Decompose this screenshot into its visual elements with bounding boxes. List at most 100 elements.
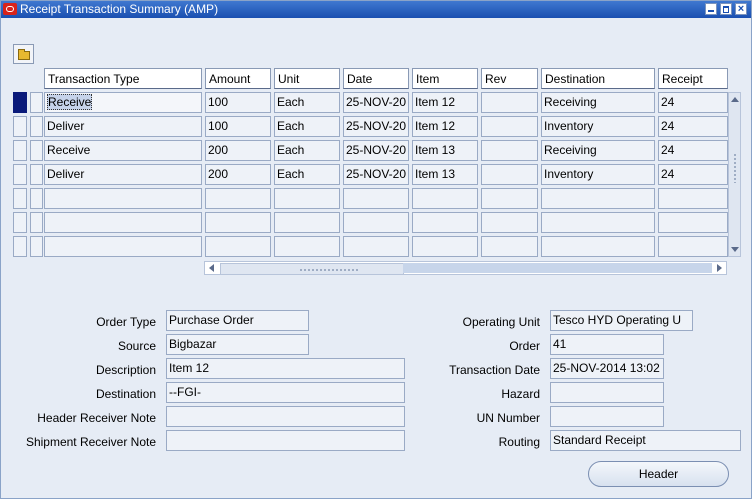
cell-amount[interactable]: 200 bbox=[205, 140, 271, 161]
cell-transaction-type[interactable]: Receive bbox=[44, 92, 202, 113]
row-selector-6[interactable] bbox=[30, 212, 43, 233]
column-header-date[interactable]: Date bbox=[343, 68, 409, 89]
cell-unit[interactable]: Each bbox=[274, 164, 340, 185]
cell-unit[interactable]: Each bbox=[274, 116, 340, 137]
row-selector-5[interactable] bbox=[30, 188, 43, 209]
row-selector-7[interactable] bbox=[30, 236, 43, 257]
cell-destination[interactable] bbox=[541, 236, 655, 257]
cell-item[interactable]: Item 13 bbox=[412, 164, 478, 185]
row-indicator-2[interactable] bbox=[13, 116, 27, 137]
row-selector-2[interactable] bbox=[30, 116, 43, 137]
source-field[interactable]: Bigbazar bbox=[166, 334, 309, 355]
routing-field[interactable]: Standard Receipt bbox=[550, 430, 741, 451]
column-header-destination[interactable]: Destination bbox=[541, 68, 655, 89]
cell-rev[interactable] bbox=[481, 212, 538, 233]
order-field[interactable]: 41 bbox=[550, 334, 664, 355]
cell-transaction-type[interactable]: Deliver bbox=[44, 164, 202, 185]
cell-destination[interactable] bbox=[541, 188, 655, 209]
destination-field[interactable]: --FGI- bbox=[166, 382, 405, 403]
column-header-amount[interactable]: Amount bbox=[205, 68, 271, 89]
cell-rev[interactable] bbox=[481, 164, 538, 185]
cell-item[interactable] bbox=[412, 188, 478, 209]
scroll-track[interactable] bbox=[403, 263, 712, 273]
cell-date[interactable] bbox=[343, 236, 409, 257]
cell-destination[interactable]: Receiving bbox=[541, 140, 655, 161]
shipment-receiver-note-field[interactable] bbox=[166, 430, 405, 451]
header-receiver-note-field[interactable] bbox=[166, 406, 405, 427]
un-number-field[interactable] bbox=[550, 406, 664, 427]
column-header-rev[interactable]: Rev bbox=[481, 68, 538, 89]
row-selector-4[interactable] bbox=[30, 164, 43, 185]
cell-unit[interactable]: Each bbox=[274, 140, 340, 161]
open-folder-button[interactable] bbox=[13, 44, 34, 64]
row-indicator-6[interactable] bbox=[13, 212, 27, 233]
cell-destination[interactable] bbox=[541, 212, 655, 233]
header-button[interactable]: Header bbox=[588, 461, 729, 487]
cell-transaction-type[interactable] bbox=[44, 188, 202, 209]
scroll-grip-icon[interactable] bbox=[733, 153, 737, 183]
cell-rev[interactable] bbox=[481, 236, 538, 257]
scroll-up-icon[interactable] bbox=[731, 97, 739, 102]
vertical-scrollbar[interactable] bbox=[728, 92, 741, 257]
cell-unit[interactable] bbox=[274, 236, 340, 257]
horizontal-scrollbar[interactable] bbox=[204, 261, 727, 275]
cell-transaction-type[interactable] bbox=[44, 212, 202, 233]
description-field[interactable]: Item 12 bbox=[166, 358, 405, 379]
cell-date[interactable]: 25-NOV-20 bbox=[343, 140, 409, 161]
row-selector-3[interactable] bbox=[30, 140, 43, 161]
cell-destination[interactable]: Inventory bbox=[541, 116, 655, 137]
operating-unit-field[interactable]: Tesco HYD Operating U bbox=[550, 310, 693, 331]
cell-date[interactable]: 25-NOV-20 bbox=[343, 164, 409, 185]
cell-amount[interactable] bbox=[205, 236, 271, 257]
cell-receipt[interactable] bbox=[658, 188, 728, 209]
cell-rev[interactable] bbox=[481, 116, 538, 137]
cell-item[interactable] bbox=[412, 212, 478, 233]
cell-unit[interactable] bbox=[274, 212, 340, 233]
cell-item[interactable]: Item 13 bbox=[412, 140, 478, 161]
close-icon[interactable]: × bbox=[735, 3, 747, 15]
maximize-icon[interactable] bbox=[720, 3, 732, 15]
cell-unit[interactable] bbox=[274, 188, 340, 209]
minimize-icon[interactable] bbox=[705, 3, 717, 15]
hazard-field[interactable] bbox=[550, 382, 664, 403]
column-header-unit[interactable]: Unit bbox=[274, 68, 340, 89]
order-type-field[interactable]: Purchase Order bbox=[166, 310, 309, 331]
column-header-transaction-type[interactable]: Transaction Type bbox=[44, 68, 202, 89]
scroll-right-icon[interactable] bbox=[717, 264, 722, 272]
column-header-receipt[interactable]: Receipt bbox=[658, 68, 728, 89]
cell-item[interactable]: Item 12 bbox=[412, 116, 478, 137]
cell-amount[interactable] bbox=[205, 212, 271, 233]
cell-rev[interactable] bbox=[481, 92, 538, 113]
cell-amount[interactable] bbox=[205, 188, 271, 209]
cell-date[interactable] bbox=[343, 212, 409, 233]
row-indicator-4[interactable] bbox=[13, 164, 27, 185]
cell-transaction-type[interactable]: Deliver bbox=[44, 116, 202, 137]
cell-receipt[interactable] bbox=[658, 212, 728, 233]
row-indicator-1[interactable] bbox=[13, 92, 27, 113]
cell-receipt[interactable]: 24 bbox=[658, 140, 728, 161]
row-selector-1[interactable] bbox=[30, 92, 43, 113]
cell-receipt[interactable]: 24 bbox=[658, 164, 728, 185]
cell-rev[interactable] bbox=[481, 140, 538, 161]
transaction-date-field[interactable]: 25-NOV-2014 13:02 bbox=[550, 358, 664, 379]
cell-item[interactable]: Item 12 bbox=[412, 92, 478, 113]
title-bar[interactable]: Receipt Transaction Summary (AMP) × bbox=[1, 1, 751, 18]
cell-transaction-type[interactable]: Receive bbox=[44, 140, 202, 161]
cell-unit[interactable]: Each bbox=[274, 92, 340, 113]
row-indicator-5[interactable] bbox=[13, 188, 27, 209]
row-indicator-3[interactable] bbox=[13, 140, 27, 161]
cell-destination[interactable]: Receiving bbox=[541, 92, 655, 113]
scroll-left-icon[interactable] bbox=[209, 264, 214, 272]
cell-amount[interactable]: 100 bbox=[205, 116, 271, 137]
column-header-item[interactable]: Item bbox=[412, 68, 478, 89]
cell-receipt[interactable]: 24 bbox=[658, 92, 728, 113]
cell-date[interactable]: 25-NOV-20 bbox=[343, 116, 409, 137]
scroll-down-icon[interactable] bbox=[731, 247, 739, 252]
cell-receipt[interactable] bbox=[658, 236, 728, 257]
cell-date[interactable]: 25-NOV-20 bbox=[343, 92, 409, 113]
scroll-thumb[interactable] bbox=[220, 263, 404, 275]
cell-destination[interactable]: Inventory bbox=[541, 164, 655, 185]
cell-date[interactable] bbox=[343, 188, 409, 209]
cell-item[interactable] bbox=[412, 236, 478, 257]
cell-rev[interactable] bbox=[481, 188, 538, 209]
